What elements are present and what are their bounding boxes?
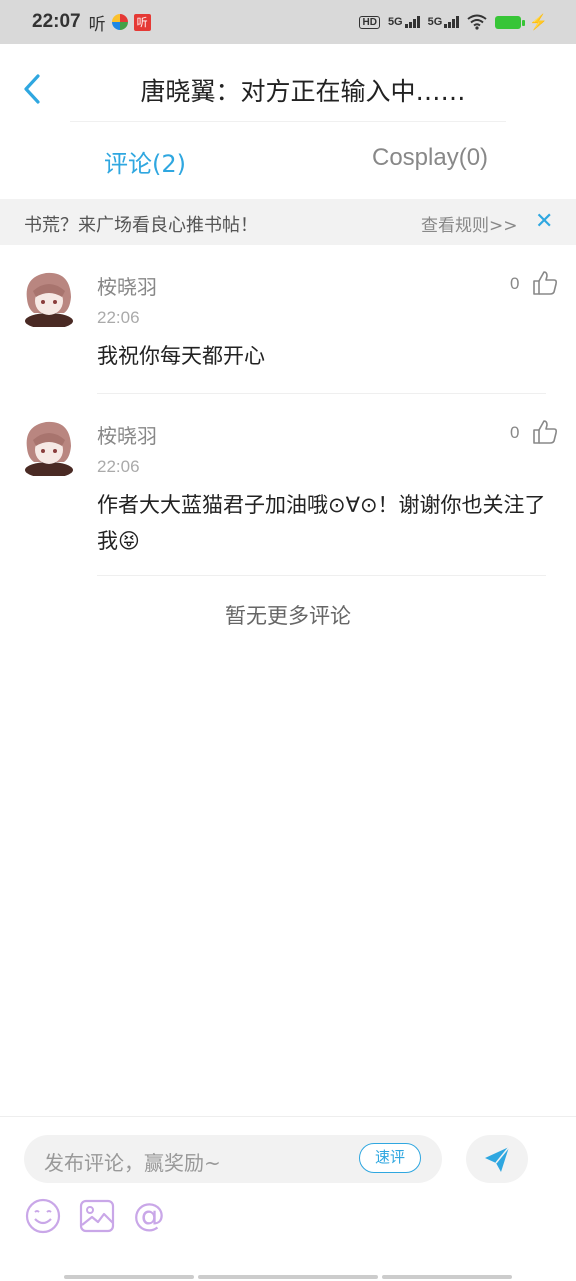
charging-icon: ⚡ (529, 14, 548, 31)
nav-bar-segment (64, 1275, 194, 1279)
quick-comment-button[interactable]: 速评 (359, 1143, 421, 1173)
image-icon[interactable] (78, 1197, 116, 1235)
status-right-icons: HD 5G 5G ⚡ (359, 0, 548, 44)
ting-app-icon: 听 (133, 13, 151, 31)
page-title: 唐晓翼：对方正在输入中…… (140, 77, 466, 106)
like-count: 0 (510, 274, 520, 293)
header-divider (70, 121, 506, 122)
no-more-comments: 暂无更多评论 (225, 604, 351, 628)
tab-cosplay[interactable]: Cosplay(0) (372, 144, 488, 172)
avatar[interactable] (24, 418, 74, 476)
comment-input-placeholder: 发布评论，赢奖励~ (44, 1151, 221, 1175)
ting-icon: 听 (88, 14, 106, 34)
back-arrow-icon[interactable] (20, 72, 44, 106)
emoji-icon[interactable] (24, 1197, 62, 1235)
at-icon[interactable]: @ (130, 1197, 168, 1235)
status-time: 22:07 (32, 11, 81, 32)
view-rules-link[interactable]: 查看规则>> (421, 211, 518, 236)
comment-username[interactable]: 桉晓羽 (97, 271, 157, 300)
close-icon[interactable]: ✕ (535, 209, 553, 234)
notice-banner: 书荒？来广场看良心推书帖！ 查看规则>> ✕ (0, 199, 576, 245)
like-count: 0 (510, 423, 520, 442)
send-icon (485, 1146, 510, 1172)
status-bar: 22:07 听 听 HD 5G 5G ⚡ (0, 0, 576, 44)
comment-text: 作者大大蓝猫君子加油哦⊙∀⊙！谢谢你也关注了我😝 (97, 493, 546, 553)
battery-icon (495, 15, 526, 29)
notice-text: 书荒？来广场看良心推书帖！ (24, 215, 258, 236)
nav-bar-segment (382, 1275, 512, 1279)
comment-time: 22:06 (97, 457, 140, 476)
svg-text:@: @ (133, 1197, 165, 1234)
nav-bar-segment (198, 1275, 378, 1279)
comment-item: 桉晓羽 22:06 0 作者大大蓝猫君子加油哦⊙∀⊙！谢谢你也关注了我😝 (0, 394, 576, 576)
comment-item: 桉晓羽 22:06 0 我祝你每天都开心 (0, 245, 576, 395)
signal-5g-icon: 5G (388, 16, 420, 28)
tab-comments[interactable]: 评论(2) (104, 144, 186, 179)
wifi-icon (467, 14, 487, 30)
avatar[interactable] (24, 269, 74, 327)
send-button[interactable] (466, 1135, 528, 1183)
comment-input[interactable]: 发布评论，赢奖励~ 速评 (24, 1135, 442, 1183)
comment-time: 22:06 (97, 308, 140, 327)
comment-text: 我祝你每天都开心 (97, 344, 265, 368)
signal-5g-icon-2: 5G (428, 16, 460, 28)
hd-icon: HD (359, 15, 380, 29)
status-left-icons: 听 听 (89, 10, 151, 35)
thumb-up-icon[interactable] (532, 419, 558, 445)
app-dot-icon (111, 14, 128, 30)
tab-bar: 评论(2) Cosplay(0) (0, 134, 576, 190)
thumb-up-icon[interactable] (532, 270, 558, 296)
comment-username[interactable]: 桉晓羽 (97, 420, 157, 449)
comment-composer: 发布评论，赢奖励~ 速评 @ (0, 1116, 576, 1281)
comment-divider (97, 575, 546, 576)
